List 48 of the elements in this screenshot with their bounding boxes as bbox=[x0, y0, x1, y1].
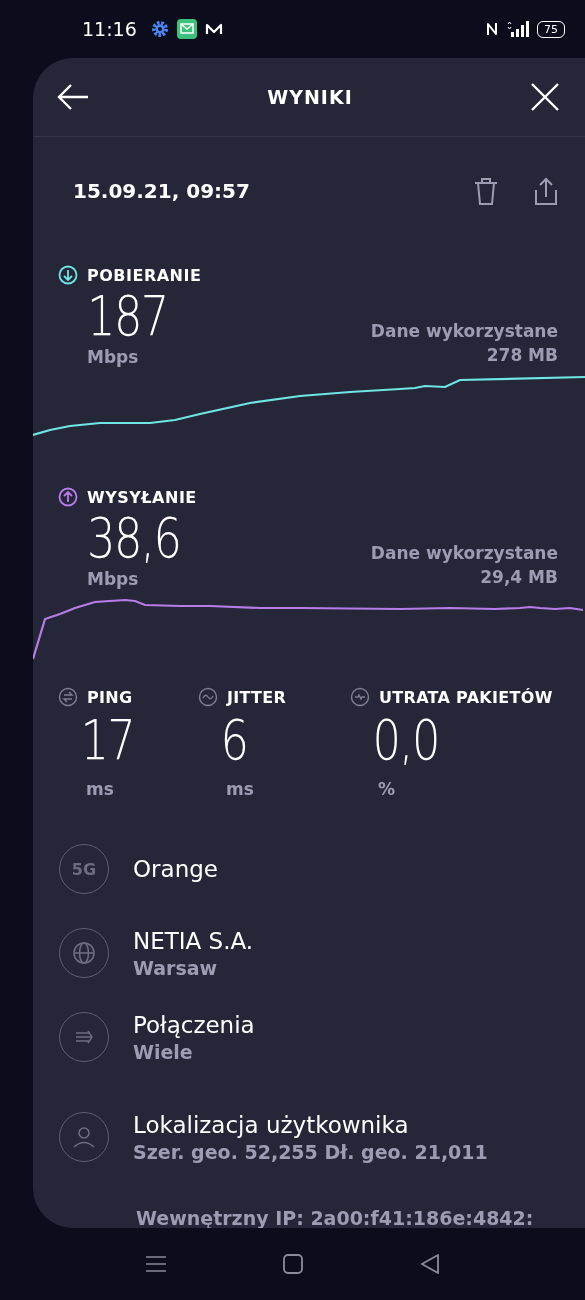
close-icon[interactable] bbox=[530, 82, 560, 112]
detail-title: Lokalizacja użytkownika bbox=[133, 1111, 410, 1138]
screen-title: WYNIKI bbox=[267, 86, 353, 108]
back-icon[interactable] bbox=[56, 83, 90, 111]
speed-value: 187 bbox=[87, 285, 168, 347]
data-used-label: Dane wykorzystane bbox=[370, 542, 558, 565]
menu-icon[interactable] bbox=[144, 1254, 167, 1274]
globe-icon bbox=[72, 941, 96, 965]
pulse-icon bbox=[350, 687, 370, 707]
gear-icon bbox=[150, 20, 169, 38]
network-badge: 5G bbox=[59, 844, 109, 894]
home-icon[interactable] bbox=[281, 1253, 304, 1275]
share-icon[interactable] bbox=[532, 176, 560, 206]
data-used-value: 29,4 MB bbox=[479, 566, 558, 589]
battery-indicator: 75 bbox=[537, 20, 565, 38]
detail-subtitle: Warsaw bbox=[133, 956, 219, 979]
unit-label: ms bbox=[85, 779, 115, 799]
wave-icon bbox=[198, 687, 218, 707]
nfc-icon bbox=[485, 21, 499, 37]
detail-title: NETIA S.A. bbox=[133, 927, 254, 954]
clock: 11:16 bbox=[82, 18, 137, 40]
ping-icon bbox=[58, 687, 78, 707]
mail-icon bbox=[176, 19, 197, 39]
data-used-label: Dane wykorzystane bbox=[370, 320, 558, 343]
unit-label: Mbps bbox=[87, 347, 140, 367]
metric-label: JITTER bbox=[227, 687, 287, 707]
detail-subtitle: Szer. geo. 52,255 Dł. geo. 21,011 bbox=[133, 1140, 488, 1163]
m-logo-icon bbox=[204, 22, 223, 36]
unit-label: Mbps bbox=[87, 569, 140, 589]
person-icon bbox=[72, 1125, 96, 1149]
metric-value: 6 bbox=[219, 707, 249, 773]
detail-subtitle: Wiele bbox=[133, 1040, 194, 1063]
unit-label: ms bbox=[225, 779, 255, 799]
metric-label: POBIERANIE bbox=[87, 265, 202, 285]
metric-label: UTRATA PAKIETÓW bbox=[379, 687, 553, 707]
metric-value: 0,0 bbox=[371, 707, 440, 773]
signal-icon bbox=[507, 20, 529, 38]
trash-icon[interactable] bbox=[472, 176, 500, 206]
detail-title: Połączenia bbox=[133, 1011, 255, 1038]
metric-value: 17 bbox=[79, 707, 136, 773]
data-used-value: 278 MB bbox=[485, 344, 558, 367]
back-nav-icon[interactable] bbox=[418, 1253, 441, 1275]
metric-label: WYSYŁANIE bbox=[87, 487, 197, 507]
speed-value: 38,6 bbox=[87, 507, 181, 569]
detail-title: Orange bbox=[133, 856, 218, 882]
metric-label: PING bbox=[87, 687, 133, 707]
test-date: 15.09.21, 09:57 bbox=[73, 179, 251, 203]
unit-label: % bbox=[377, 779, 397, 799]
